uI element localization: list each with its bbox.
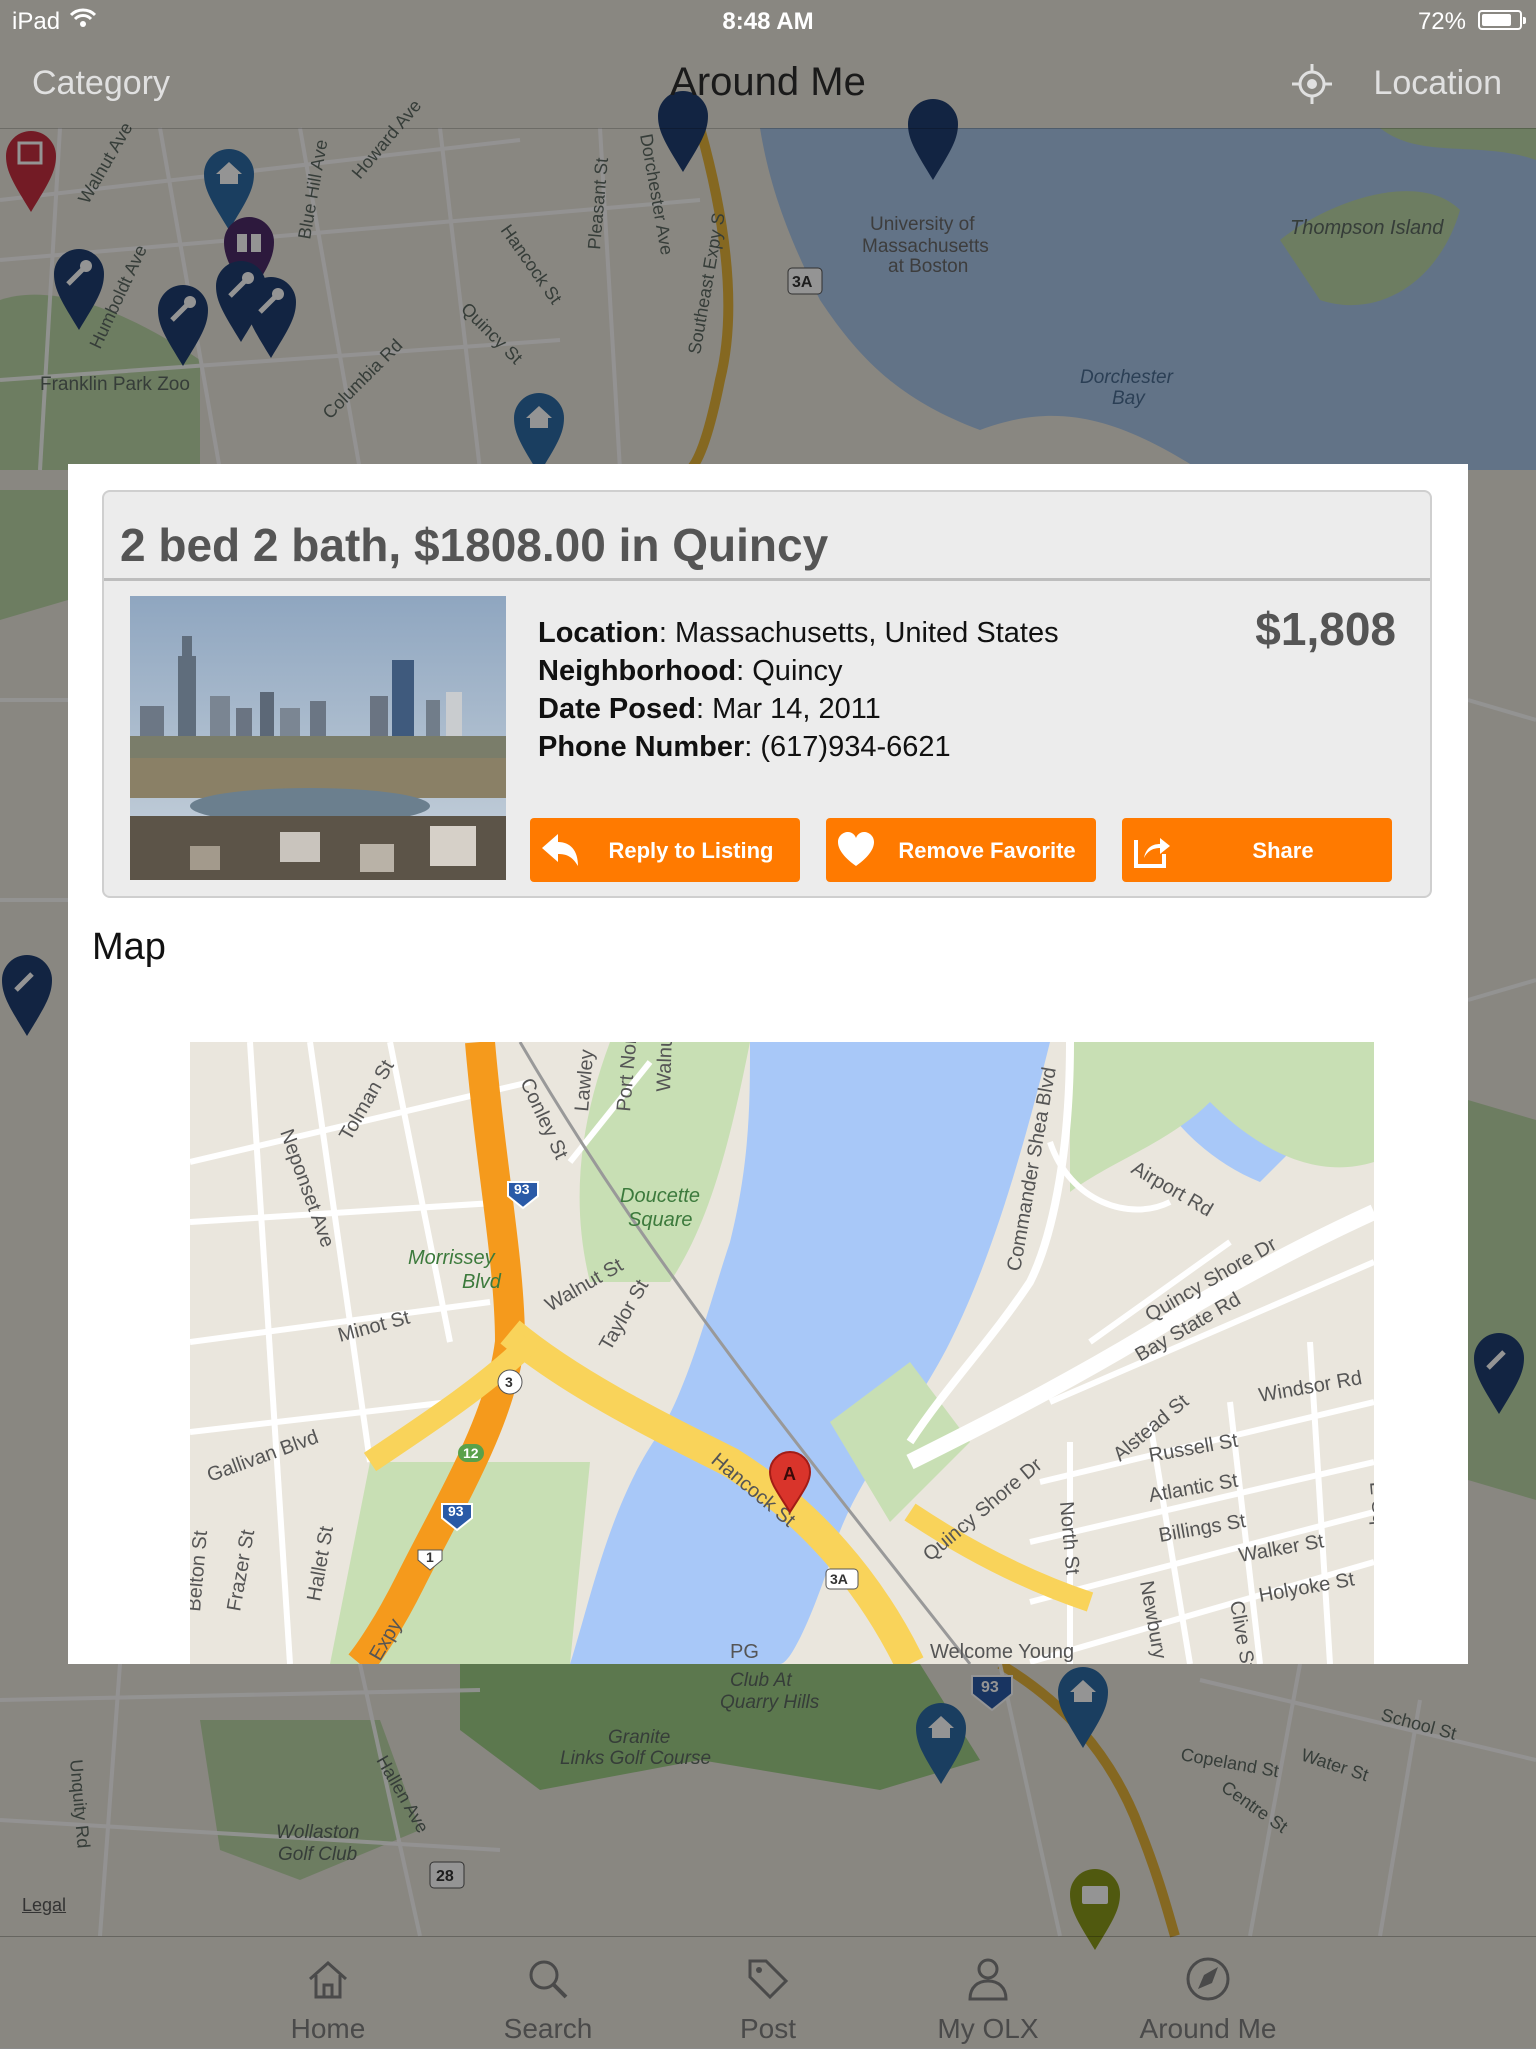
title-divider [104,578,1430,581]
svg-text:Doucette: Doucette [620,1185,700,1207]
listing-title: 2 bed 2 bath, $1808.00 in Quincy [120,519,829,571]
svg-text:Square: Square [628,1209,693,1231]
listing-card: 2 bed 2 bath, $1808.00 in Quincy Locatio… [102,490,1432,898]
date-row: Date Posed: Mar 14, 2011 [538,690,1059,728]
tab-label: Search [503,2013,593,2044]
svg-text:3: 3 [505,1374,513,1390]
share-button[interactable]: Share [1122,818,1392,882]
phone-label: Phone Number [538,731,745,763]
map-heading: Map [92,926,166,968]
neighborhood-value: : Quincy [736,655,843,687]
tab-bar: Home Search Post My OLX Around Me [0,1936,1536,2049]
crosshair-icon[interactable] [1290,62,1334,106]
svg-text:1: 1 [426,1549,434,1565]
reply-to-listing-button[interactable]: Reply to Listing [530,818,800,882]
heart-icon [838,832,874,866]
reply-button-label: Reply to Listing [608,838,774,863]
svg-text:Walnut St: Walnut St [653,1042,678,1092]
neighborhood-label: Neighborhood [538,655,737,687]
svg-text:93: 93 [448,1503,464,1519]
tab-my-olx[interactable]: My OLX [900,1937,1076,2049]
date-value: : Mar 14, 2011 [695,693,881,725]
navigation-arrow-icon [1186,1957,1230,2001]
svg-text:Morrissey: Morrissey [408,1247,496,1269]
svg-text:3A: 3A [830,1571,848,1587]
svg-text:12: 12 [463,1445,479,1461]
listing-photo[interactable] [130,596,506,880]
phone-row: Phone Number: (617)934-6621 [538,728,1059,766]
search-icon [529,1960,568,1999]
clock: 8:48 AM [722,8,814,35]
listing-price: $1,808 [1255,603,1396,655]
home-icon [309,1960,347,1999]
reply-arrow-icon [542,834,578,866]
status-bar: iPad 8:48 AM 72% [0,0,1536,42]
listing-details: Location: Massachusetts, United States N… [538,614,1059,766]
battery-icon [1478,10,1526,30]
tag-icon [748,1959,789,2000]
svg-text:93: 93 [514,1181,530,1197]
location-button[interactable]: Location [1373,64,1502,103]
svg-text:Welcome Young: Welcome Young [930,1641,1074,1663]
tab-label: Home [290,2013,366,2044]
remove-favorite-button[interactable]: Remove Favorite [826,818,1096,882]
location-label: Location [538,617,659,649]
tab-around-me[interactable]: Around Me [1120,1937,1296,2049]
share-button-label: Share [1252,838,1314,863]
phone-value[interactable]: : (617)934-6621 [744,731,950,763]
svg-text:Blvd: Blvd [462,1271,502,1293]
tab-home[interactable]: Home [240,1937,416,2049]
listing-modal: 2 bed 2 bath, $1808.00 in Quincy Locatio… [68,464,1468,1664]
legal-link[interactable]: Legal [22,1895,66,1916]
listing-map[interactable]: Neponset Ave Tolman St Conley St Lawley … [190,1042,1374,1664]
favorite-button-label: Remove Favorite [898,838,1076,863]
tab-label: My OLX [937,2013,1039,2044]
date-label: Date Posed [538,693,696,725]
nav-bar: Category Around Me Location [0,42,1536,129]
person-icon [968,1958,1008,2001]
location-row: Location: Massachusetts, United States [538,614,1059,652]
tab-label: Around Me [1139,2013,1277,2044]
tab-label: Post [739,2013,797,2044]
battery-percent: 72% [1417,8,1466,35]
share-icon [1134,838,1170,868]
location-value: : Massachusetts, United States [658,617,1059,649]
tab-post[interactable]: Post [680,1937,856,2049]
marker-label: A [783,1464,796,1484]
tab-search[interactable]: Search [460,1937,636,2049]
neighborhood-row: Neighborhood: Quincy [538,652,1059,690]
svg-text:PG: PG [730,1641,759,1663]
